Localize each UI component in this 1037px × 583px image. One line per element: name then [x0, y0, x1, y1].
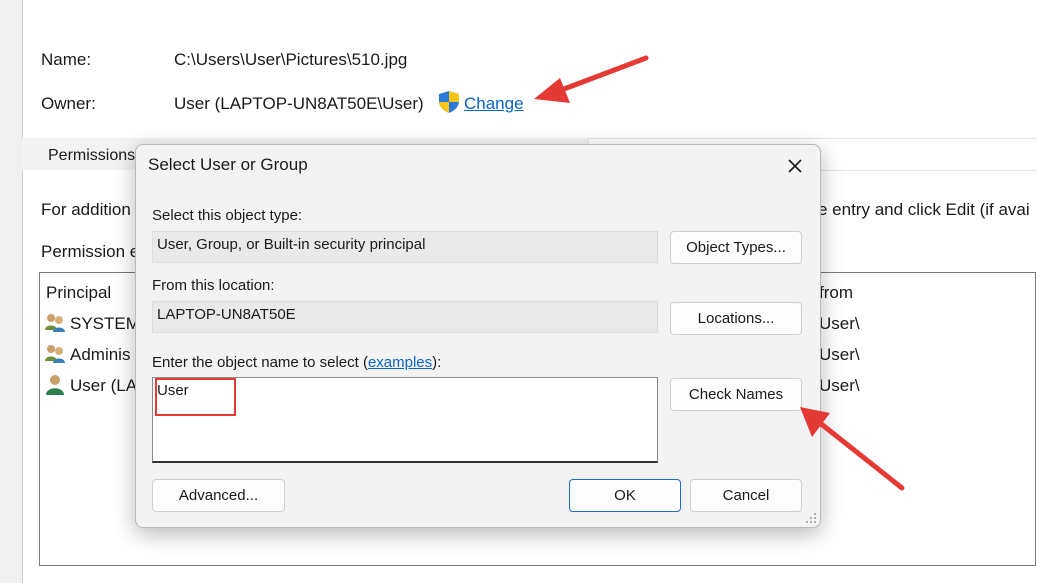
- object-name-label-prefix: Enter the object name to select (: [152, 354, 368, 371]
- object-type-label: Select this object type:: [152, 207, 303, 224]
- location-label: From this location:: [152, 277, 275, 294]
- locations-button[interactable]: Locations...: [670, 302, 802, 335]
- column-header-principal[interactable]: Principal: [46, 283, 111, 303]
- list-item-from: User\: [819, 376, 860, 395]
- owner-value: User (LAPTOP-UN8AT50E\User): [174, 94, 424, 113]
- examples-link[interactable]: examples: [368, 354, 432, 371]
- list-item-principal[interactable]: SYSTEM: [70, 314, 140, 334]
- list-item-principal[interactable]: User (LA: [70, 376, 137, 396]
- select-user-or-group-dialog: Select User or Group Select this object …: [135, 144, 821, 528]
- close-icon[interactable]: [782, 153, 808, 179]
- list-item-from: User\: [819, 314, 860, 333]
- object-type-field: User, Group, or Built-in security princi…: [152, 231, 658, 263]
- permission-entries-label: Permission e: [41, 242, 140, 261]
- user-icon: [46, 375, 64, 395]
- check-names-button[interactable]: Check Names: [670, 378, 802, 411]
- object-types-button[interactable]: Object Types...: [670, 231, 802, 264]
- name-label: Name:: [41, 50, 92, 69]
- location-field: LAPTOP-UN8AT50E: [152, 301, 658, 333]
- advanced-button[interactable]: Advanced...: [152, 479, 285, 512]
- highlight-box: [155, 378, 236, 416]
- info-text-left: For addition: [41, 200, 131, 219]
- owner-label: Owner:: [41, 94, 96, 113]
- ok-button[interactable]: OK: [569, 479, 681, 512]
- change-owner-link[interactable]: Change: [464, 94, 524, 114]
- cancel-button[interactable]: Cancel: [690, 479, 802, 512]
- user-group-icon: [45, 314, 65, 332]
- list-item-from: User\: [819, 345, 860, 364]
- info-text-right: e entry and click Edit (if avai: [818, 200, 1030, 219]
- tab-permissions[interactable]: Permissions: [48, 147, 135, 165]
- uac-shield-icon: [439, 91, 459, 113]
- object-name-label-suffix: ):: [432, 354, 442, 371]
- object-name-label: Enter the object name to select (example…: [152, 354, 441, 371]
- list-item-principal[interactable]: Adminis: [70, 345, 130, 365]
- resize-grip-icon[interactable]: [805, 512, 817, 524]
- dialog-title: Select User or Group: [148, 155, 308, 174]
- name-value: C:\Users\User\Pictures\510.jpg: [174, 50, 408, 69]
- user-group-icon: [45, 345, 65, 363]
- column-header-inherited-from[interactable]: from: [819, 283, 853, 303]
